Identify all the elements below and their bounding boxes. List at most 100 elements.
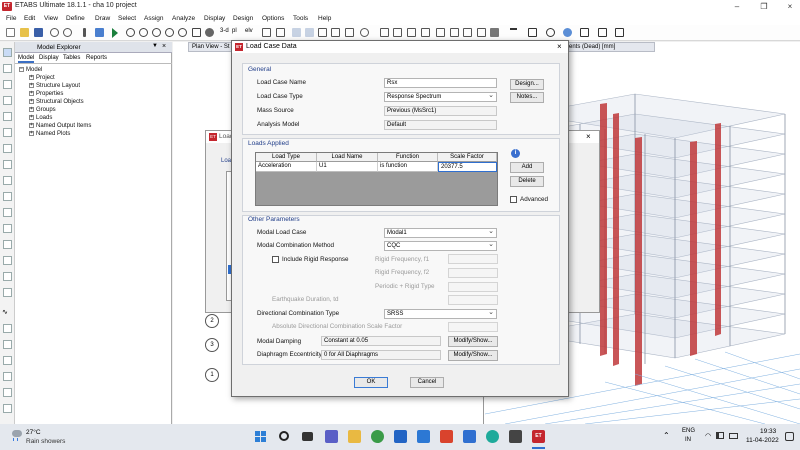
advanced-checkbox[interactable] — [510, 196, 517, 203]
open-folder-icon[interactable] — [20, 28, 29, 37]
draw-frame-icon[interactable] — [450, 28, 459, 37]
rotate-icon[interactable] — [205, 28, 214, 37]
section-cut-icon[interactable] — [528, 28, 537, 37]
diaphragm-eccentricity-modify-button[interactable]: Modify/Show... — [448, 350, 498, 361]
load-case-type-select[interactable]: Response Spectrum — [384, 92, 497, 102]
modal-damping-modify-button[interactable]: Modify/Show... — [448, 336, 498, 347]
expand-icon[interactable]: + — [29, 131, 34, 136]
cell-function[interactable]: is function — [378, 162, 438, 172]
pin-icon[interactable]: ▼ — [152, 43, 158, 49]
snap-intersection-icon[interactable] — [3, 356, 12, 365]
clear-selection-icon[interactable] — [421, 28, 430, 37]
zoom-in-icon[interactable] — [126, 28, 135, 37]
cancel-button[interactable]: Cancel — [410, 377, 444, 388]
search-icon[interactable] — [279, 431, 289, 441]
chevron-up-icon[interactable]: ⌃ — [663, 431, 670, 440]
expand-icon[interactable]: + — [29, 91, 34, 96]
wifi-icon[interactable]: ◠ — [705, 432, 711, 440]
tab-model[interactable]: Model — [18, 55, 35, 63]
lock-icon[interactable] — [95, 28, 104, 37]
draw-grid-icon[interactable] — [3, 208, 12, 217]
windows-start-icon[interactable] — [254, 430, 267, 443]
draw-strip-icon[interactable] — [3, 272, 12, 281]
draw-joint-icon[interactable] — [436, 28, 445, 37]
tab-tables[interactable]: Tables — [63, 55, 80, 61]
mail-icon[interactable] — [394, 430, 407, 443]
tree-item-loads[interactable]: + Loads — [29, 115, 52, 121]
grid-display-icon[interactable] — [580, 28, 589, 37]
draw-joint-left-icon[interactable] — [3, 80, 12, 89]
language-bottom[interactable]: IN — [685, 437, 691, 443]
tree-item-named-output-items[interactable]: + Named Output Items — [29, 123, 91, 129]
close-explorer-icon[interactable]: × — [162, 43, 166, 50]
draw-beam-icon[interactable] — [3, 112, 12, 121]
menu-view[interactable]: View — [44, 15, 58, 22]
undo-icon[interactable] — [50, 28, 59, 37]
tree-item-structural-objects[interactable]: + Structural Objects — [29, 99, 84, 105]
zoom-window-icon[interactable] — [139, 28, 148, 37]
menu-select[interactable]: Select — [118, 15, 136, 22]
menu-design[interactable]: Design — [233, 15, 253, 22]
speaker-icon[interactable] — [716, 432, 724, 439]
notification-icon[interactable] — [785, 432, 794, 441]
view-elevation-button[interactable]: elv — [245, 28, 253, 34]
menu-help[interactable]: Help — [318, 15, 331, 22]
include-rigid-response-checkbox[interactable] — [272, 256, 279, 263]
expand-icon[interactable]: + — [29, 107, 34, 112]
info-icon[interactable] — [563, 28, 572, 37]
calculator-icon[interactable] — [509, 430, 522, 443]
draw-dimension-icon[interactable] — [3, 224, 12, 233]
snap-perpendicular-icon[interactable] — [3, 372, 12, 381]
tree-root[interactable]: − Model — [19, 67, 42, 73]
collapse-icon[interactable]: − — [19, 67, 24, 72]
expand-icon[interactable]: + — [29, 75, 34, 80]
draw-area-icon[interactable] — [463, 28, 472, 37]
minimize-button[interactable]: – — [730, 1, 744, 12]
wave-icon[interactable]: ∿ — [2, 308, 13, 317]
view-3d-button[interactable]: 3-d — [220, 28, 229, 34]
previous-selection-icon[interactable] — [407, 28, 416, 37]
clock-time[interactable]: 19:33 — [760, 428, 776, 435]
office-icon[interactable] — [440, 430, 453, 443]
draw-wall-icon[interactable] — [477, 28, 486, 37]
zoom-out-icon[interactable] — [152, 28, 161, 37]
task-view-icon[interactable] — [302, 432, 313, 441]
expand-icon[interactable]: + — [29, 83, 34, 88]
menu-options[interactable]: Options — [262, 15, 284, 22]
menu-assign[interactable]: Assign — [144, 15, 164, 22]
color-display-icon[interactable] — [546, 28, 555, 37]
reshape-icon[interactable] — [3, 64, 12, 73]
draw-column-icon[interactable] — [3, 128, 12, 137]
cell-load-type[interactable]: Acceleration — [256, 162, 317, 172]
draw-link-icon[interactable] — [3, 240, 12, 249]
tree-item-groups[interactable]: + Groups — [29, 107, 56, 113]
tab-reports[interactable]: Reports — [86, 55, 107, 61]
tab-display[interactable]: Display — [39, 55, 59, 61]
ok-button[interactable]: OK — [354, 377, 388, 388]
microsoft-store-icon[interactable] — [417, 430, 430, 443]
restore-button[interactable]: ❐ — [757, 1, 771, 12]
draw-tendon-icon[interactable] — [3, 256, 12, 265]
expand-icon[interactable]: + — [29, 99, 34, 104]
expand-icon[interactable]: + — [29, 115, 34, 120]
tree-item-named-plots[interactable]: + Named Plots — [29, 131, 70, 137]
show-tables-icon[interactable] — [615, 28, 624, 37]
redo-icon[interactable] — [63, 28, 72, 37]
expand-icon[interactable]: + — [29, 123, 34, 128]
tree-item-project[interactable]: + Project — [29, 75, 55, 81]
display-options-icon[interactable] — [598, 28, 607, 37]
zoom-fit-icon[interactable] — [178, 28, 187, 37]
set-display-icon[interactable] — [360, 28, 369, 37]
snap-point-icon[interactable] — [3, 324, 12, 333]
snap-fine-grid-icon[interactable] — [3, 404, 12, 413]
add-button[interactable]: Add — [510, 162, 544, 173]
deselect-icon[interactable] — [393, 28, 402, 37]
directional-combination-select[interactable]: SRSS — [384, 309, 497, 319]
cell-load-name[interactable]: U1 — [317, 162, 378, 172]
view-options-icon[interactable] — [318, 28, 327, 37]
loads-applied-table[interactable]: Load Type Load Name Function Scale Facto… — [255, 152, 498, 206]
draw-opening-icon[interactable] — [3, 176, 12, 185]
tree-item-structure-layout[interactable]: + Structure Layout — [29, 83, 80, 89]
file-explorer-icon[interactable] — [348, 430, 361, 443]
close-load-cases-icon[interactable]: × — [586, 132, 591, 141]
